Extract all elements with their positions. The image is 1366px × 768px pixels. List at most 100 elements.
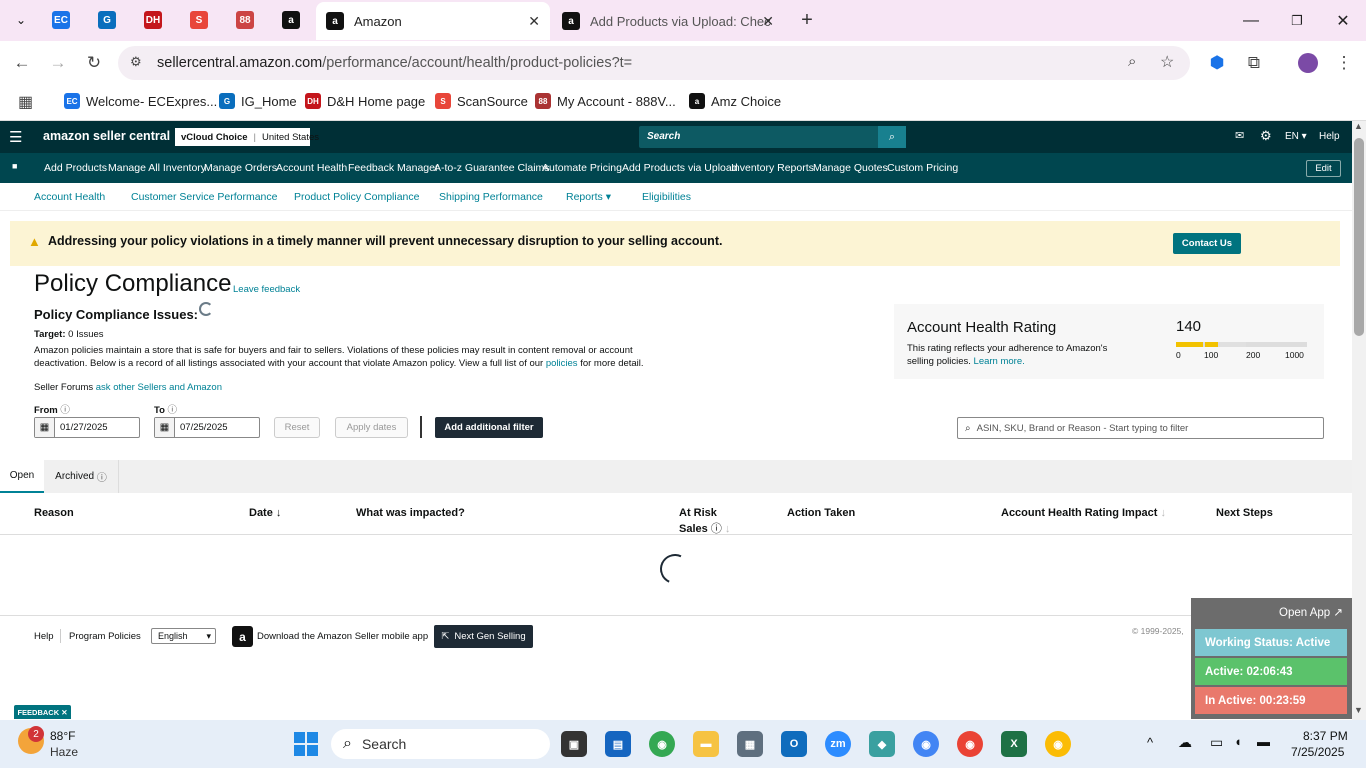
calendar-icon[interactable]: ▦ [35, 418, 55, 437]
tab-amazon[interactable]: a Amazon ✕ [316, 2, 550, 40]
nav-item-account-health[interactable]: Account Health [276, 162, 347, 174]
nav-item-manage-orders[interactable]: Manage Orders [204, 162, 277, 174]
chrome-profile-icon[interactable]: ◉ [1045, 731, 1071, 757]
bookmark-my-account[interactable]: 88 My Account - 888V... [535, 93, 676, 109]
feedback-tab[interactable]: FEEDBACK ✕ [14, 705, 71, 719]
tab-add-products[interactable]: a Add Products via Upload: Chec ✕ [552, 2, 784, 40]
language-select[interactable]: English ▾ [151, 628, 216, 644]
apply-dates-button[interactable]: Apply dates [335, 417, 408, 438]
footer-help-link[interactable]: Help [34, 631, 54, 642]
to-date-field[interactable]: ▦ 07/25/2025 [154, 417, 260, 438]
back-icon[interactable]: ← [8, 49, 36, 77]
forward-icon[interactable]: → [44, 49, 72, 77]
subnav-customer-service[interactable]: Customer Service Performance [131, 191, 277, 203]
help-circle-icon[interactable]: ⓘ [168, 405, 178, 416]
from-date-field[interactable]: ▦ 01/27/2025 [34, 417, 140, 438]
nav-item-custom-pricing[interactable]: Custom Pricing [887, 162, 958, 174]
filter-search-input[interactable]: ⌕ ASIN, SKU, Brand or Reason - Start typ… [957, 417, 1324, 439]
close-icon[interactable]: ✕ [762, 13, 774, 30]
nav-item-add-products[interactable]: Add Products [44, 162, 107, 174]
clock-date[interactable]: 7/25/2025 [1291, 745, 1344, 759]
subnav-reports[interactable]: Reports ▾ [566, 191, 611, 203]
tab-archived[interactable]: Archived ⓘ [44, 460, 119, 493]
footer-policies-link[interactable]: Program Policies [69, 631, 141, 642]
store-selector[interactable]: vCloud Choice | United States [175, 128, 319, 146]
bookmark-ecexpress[interactable]: EC Welcome- ECExpres... [64, 93, 217, 109]
bookmark-ig-home[interactable]: G IG_Home [219, 93, 297, 109]
pinned-tab-account[interactable]: 88 [230, 6, 260, 34]
profile-avatar[interactable] [1294, 49, 1322, 77]
nav-item-add-via-upload[interactable]: Add Products via Upload [622, 162, 738, 174]
policies-link[interactable]: policies [546, 358, 578, 369]
hamburger-menu-icon[interactable]: ☰ [9, 128, 22, 146]
scroll-up-icon[interactable]: ▲ [1354, 121, 1363, 131]
pinned-tab-ec[interactable]: EC [46, 6, 76, 34]
calendar-icon[interactable]: ▦ [155, 418, 175, 437]
site-info-icon[interactable]: ⚙ [130, 54, 142, 70]
menu-icon[interactable]: ⋮ [1330, 49, 1358, 77]
language-selector[interactable]: EN ▾ [1285, 131, 1307, 142]
pinned-tab-ig[interactable]: G [92, 6, 122, 34]
col-sales[interactable]: Sales ⓘ ↓ [679, 520, 730, 536]
maximize-button[interactable]: ❐ [1274, 8, 1320, 34]
onedrive-icon[interactable]: ☁ [1178, 734, 1192, 751]
mail-icon[interactable]: ✉ [1235, 129, 1244, 142]
close-icon[interactable]: ✕ [61, 708, 67, 717]
store-icon[interactable]: ▤ [605, 731, 631, 757]
forums-link[interactable]: ask other Sellers and Amazon [96, 382, 222, 393]
minimize-button[interactable]: — [1228, 8, 1274, 34]
chrome-profile-icon[interactable]: ◉ [913, 731, 939, 757]
file-explorer-icon[interactable]: ▬ [693, 731, 719, 757]
tab-search-icon[interactable]: ⌄ [6, 6, 36, 34]
col-ahr-impact[interactable]: Account Health Rating Impact ↓ [1001, 507, 1166, 519]
page-scrollbar[interactable]: ▲ ▼ [1352, 121, 1366, 720]
leave-feedback-link[interactable]: Leave feedback [233, 284, 300, 295]
clock-time[interactable]: 8:37 PM [1303, 729, 1348, 743]
nav-item-atoz-claims[interactable]: A-to-z Guarantee Claims [434, 162, 550, 174]
apps-grid-icon[interactable]: ▦ [18, 92, 33, 112]
bookmark-amz-choice[interactable]: a Amz Choice [689, 93, 781, 109]
nav-item-automate-pricing[interactable]: Automate Pricing [542, 162, 622, 174]
outlook-icon[interactable]: O [781, 731, 807, 757]
learn-more-link[interactable]: Learn more. [974, 356, 1025, 367]
chrome-profile-icon[interactable]: ◉ [957, 731, 983, 757]
reset-button[interactable]: Reset [274, 417, 320, 438]
battery-icon[interactable]: ▬ [1257, 734, 1270, 749]
speaker-icon[interactable]: ◖ [1234, 734, 1242, 749]
task-view-icon[interactable]: ▣ [561, 731, 587, 757]
scroll-down-icon[interactable]: ▼ [1354, 705, 1363, 715]
zoom-icon[interactable]: zm [825, 731, 851, 757]
bookmark-icon[interactable]: ■ [12, 161, 17, 171]
tab-open[interactable]: Open [0, 460, 44, 493]
extension-icon[interactable]: ⬢ [1203, 49, 1231, 77]
excel-icon[interactable]: X [1001, 731, 1027, 757]
help-link[interactable]: Help [1319, 131, 1340, 142]
subnav-shipping[interactable]: Shipping Performance [439, 191, 543, 203]
new-tab-button[interactable]: + [792, 6, 822, 34]
open-app-link[interactable]: Open App ↗ [1279, 605, 1343, 619]
col-date[interactable]: Date ↓ [249, 507, 281, 519]
nav-item-inventory-reports[interactable]: Inventory Reports [731, 162, 814, 174]
pinned-tab-scansource[interactable]: S [184, 6, 214, 34]
seller-central-logo[interactable]: amazon seller central [43, 129, 170, 143]
reload-icon[interactable]: ↻ [80, 49, 108, 77]
nav-item-manage-quotes[interactable]: Manage Quotes [813, 162, 888, 174]
subnav-product-policy[interactable]: Product Policy Compliance [294, 191, 419, 203]
next-gen-selling-button[interactable]: ⇱ Next Gen Selling [434, 625, 533, 648]
nav-item-feedback-manager[interactable]: Feedback Manager [348, 162, 438, 174]
network-icon[interactable]: ▭ [1210, 734, 1223, 751]
address-bar[interactable]: ⚙ sellercentral.amazon.com/performance/a… [118, 46, 1190, 80]
bookmark-dh-home[interactable]: DH D&H Home page [305, 93, 425, 109]
calculator-icon[interactable]: ▦ [737, 731, 763, 757]
scrollbar-thumb[interactable] [1354, 138, 1364, 336]
bookmark-scansource[interactable]: S ScanSource [435, 93, 528, 109]
search-icon[interactable]: ⌕ [878, 126, 906, 148]
chrome-icon[interactable]: ◉ [649, 731, 675, 757]
nav-item-manage-inventory[interactable]: Manage All Inventory [108, 162, 206, 174]
chevron-up-icon[interactable]: ^ [1147, 735, 1153, 750]
app-diamond-icon[interactable]: ◆ [869, 731, 895, 757]
help-circle-icon[interactable]: ⓘ [60, 405, 70, 416]
extensions-puzzle-icon[interactable]: ⧉ [1240, 49, 1268, 77]
windows-start-icon[interactable] [294, 732, 318, 756]
close-window-button[interactable]: ✕ [1320, 8, 1366, 34]
